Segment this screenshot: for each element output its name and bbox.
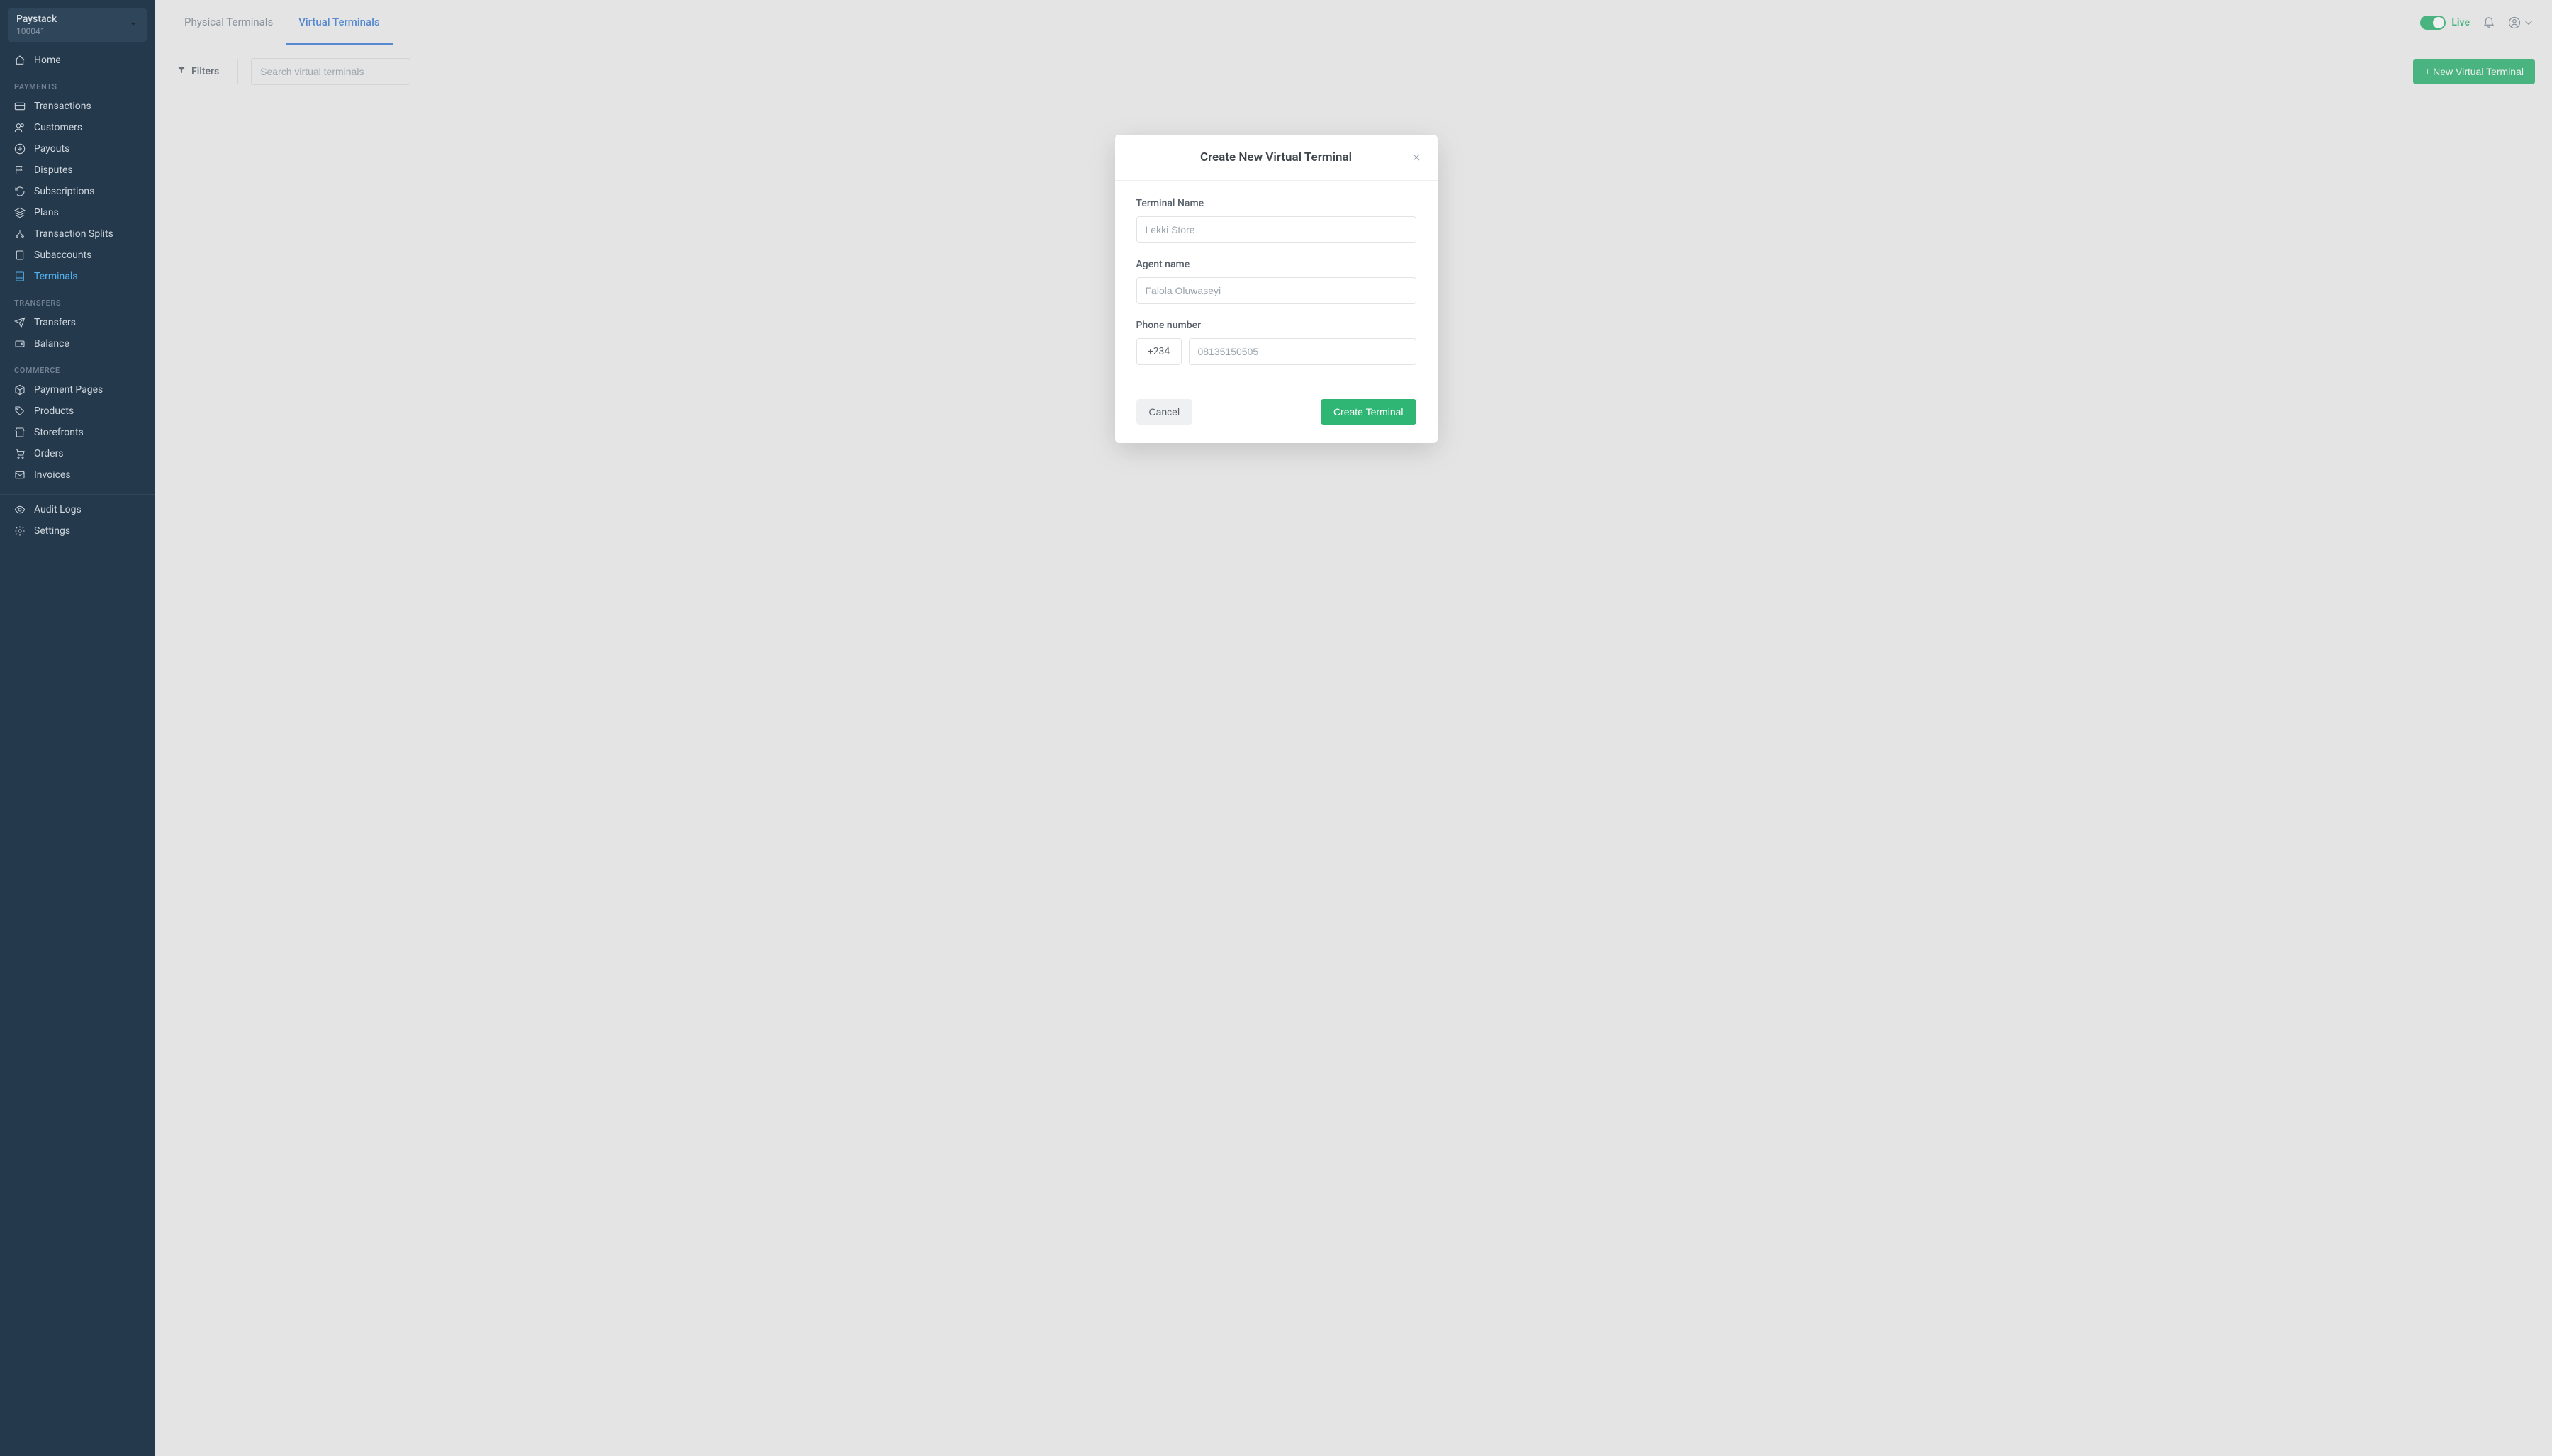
close-icon[interactable] [1408, 149, 1425, 166]
modal-footer: Cancel Create Terminal [1115, 386, 1438, 443]
cancel-button[interactable]: Cancel [1136, 399, 1193, 425]
modal-title: Create New Virtual Terminal [1132, 150, 1421, 164]
modal-header: Create New Virtual Terminal [1115, 135, 1438, 181]
phone-country-code[interactable]: +234 [1136, 338, 1182, 365]
modal-body: Terminal Name Agent name Phone number +2… [1115, 181, 1438, 386]
terminal-name-input[interactable] [1136, 216, 1416, 243]
phone-number-label: Phone number [1136, 320, 1416, 331]
agent-name-input[interactable] [1136, 277, 1416, 304]
terminal-name-label: Terminal Name [1136, 198, 1416, 209]
modal-overlay[interactable]: Create New Virtual Terminal Terminal Nam… [0, 0, 2552, 1456]
create-terminal-button[interactable]: Create Terminal [1321, 399, 1416, 425]
phone-number-input[interactable] [1189, 338, 1416, 365]
agent-name-label: Agent name [1136, 259, 1416, 270]
create-virtual-terminal-modal: Create New Virtual Terminal Terminal Nam… [1115, 135, 1438, 443]
